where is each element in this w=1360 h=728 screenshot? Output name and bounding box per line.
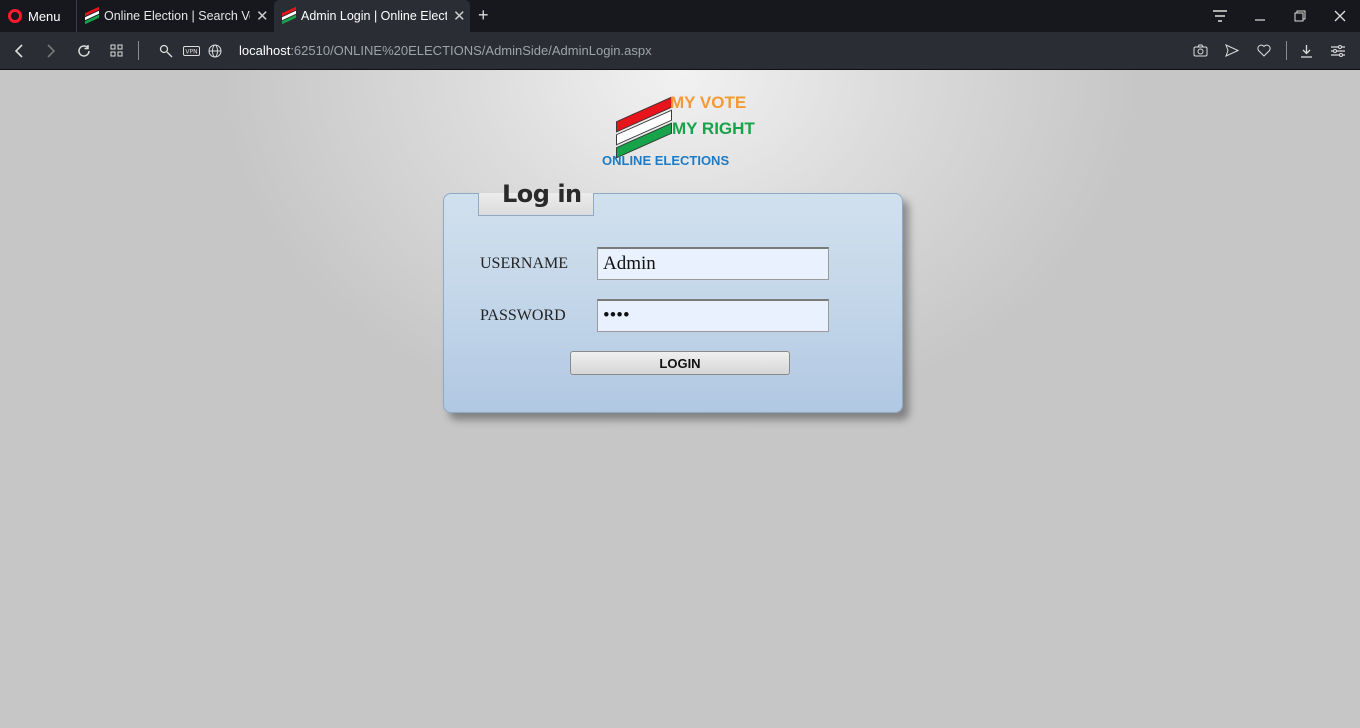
tab-menu-icon[interactable] xyxy=(1200,0,1240,32)
page-content: MY VOTE MY RIGHT ONLINE ELECTIONS Log in… xyxy=(0,70,1360,728)
password-input[interactable]: •••• xyxy=(597,299,829,332)
logo-line-2: MY RIGHT xyxy=(672,119,755,138)
minimize-icon[interactable] xyxy=(1240,0,1280,32)
camera-icon[interactable] xyxy=(1190,32,1210,69)
login-box: Log in USERNAME Admin PASSWORD •••• LOGI… xyxy=(443,180,903,413)
globe-icon[interactable] xyxy=(205,32,225,69)
send-icon[interactable] xyxy=(1222,32,1242,69)
tab-title: Admin Login | Online Electi xyxy=(301,9,447,23)
opera-menu-button[interactable]: Menu xyxy=(8,0,61,32)
url-host: localhost xyxy=(239,43,291,58)
svg-text:VPN: VPN xyxy=(185,48,197,55)
heart-icon[interactable] xyxy=(1254,32,1274,69)
election-favicon-icon xyxy=(282,6,296,26)
speed-dial-icon[interactable] xyxy=(105,32,127,69)
back-icon[interactable] xyxy=(8,32,30,69)
login-panel: Log in USERNAME Admin PASSWORD •••• LOGI… xyxy=(443,180,903,413)
search-key-icon[interactable] xyxy=(156,32,176,69)
browser-tab-bar: Menu Online Election | Search Vot ✕ Admi… xyxy=(0,0,1360,32)
close-window-icon[interactable] xyxy=(1320,0,1360,32)
download-icon[interactable] xyxy=(1296,32,1316,69)
reload-icon[interactable] xyxy=(73,32,95,69)
username-label: USERNAME xyxy=(480,255,569,272)
login-button[interactable]: LOGIN xyxy=(570,351,790,375)
site-logo: MY VOTE MY RIGHT ONLINE ELECTIONS xyxy=(602,91,762,171)
restore-icon[interactable] xyxy=(1280,0,1320,32)
close-tab-icon[interactable]: ✕ xyxy=(256,7,269,25)
tab-title: Online Election | Search Vot xyxy=(104,9,250,23)
logo-line-1: MY VOTE xyxy=(670,93,747,112)
opera-logo-icon xyxy=(8,9,22,23)
menu-label: Menu xyxy=(28,8,61,24)
close-tab-icon[interactable]: ✕ xyxy=(453,7,466,25)
password-label: PASSWORD xyxy=(480,307,566,324)
tab-admin-login[interactable]: Admin Login | Online Electi ✕ xyxy=(274,0,470,32)
new-tab-button[interactable]: + xyxy=(478,5,489,26)
address-bar[interactable]: localhost:62510/ONLINE%20ELECTIONS/Admin… xyxy=(239,32,652,69)
browser-toolbar: VPN localhost:62510/ONLINE%20ELECTIONS/A… xyxy=(0,32,1360,70)
vpn-icon[interactable]: VPN xyxy=(181,32,201,69)
election-favicon-icon xyxy=(85,6,99,26)
tab-online-election-search[interactable]: Online Election | Search Vot ✕ xyxy=(76,0,272,32)
toolbar-divider xyxy=(1286,41,1287,60)
toolbar-divider xyxy=(138,41,139,60)
logo-line-3: ONLINE ELECTIONS xyxy=(602,153,730,168)
easy-setup-icon[interactable] xyxy=(1328,32,1348,69)
login-title: Log in xyxy=(502,180,582,208)
url-path: :62510/ONLINE%20ELECTIONS/AdminSide/Admi… xyxy=(290,43,652,58)
username-input[interactable]: Admin xyxy=(597,247,829,280)
forward-icon[interactable] xyxy=(40,32,62,69)
